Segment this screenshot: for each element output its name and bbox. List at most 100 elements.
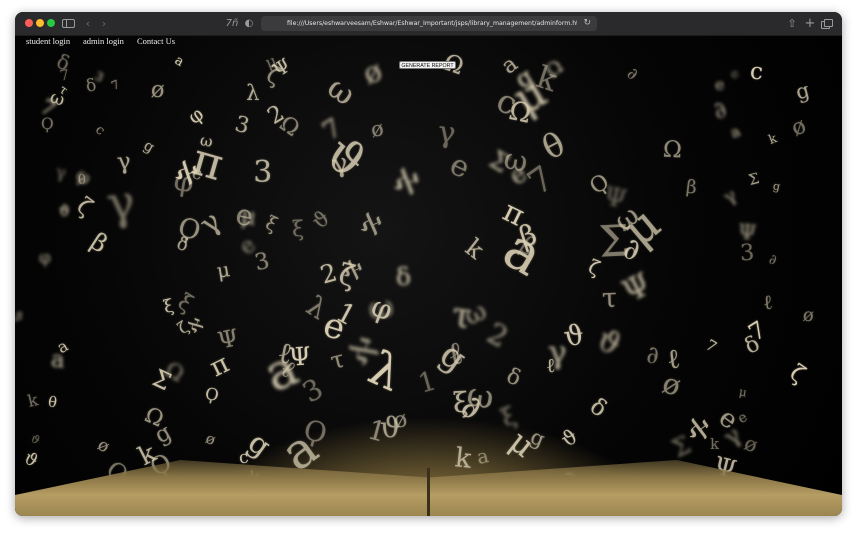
background-glyph: 3	[252, 247, 273, 277]
background-glyph: e	[734, 409, 750, 428]
background-glyph: ℓ	[664, 343, 682, 377]
background-glyph: c	[748, 58, 764, 86]
background-glyph: ξ	[262, 212, 281, 237]
background-glyph: e	[713, 74, 725, 95]
background-glyph: ø	[801, 304, 815, 328]
background-glyph: ζ	[784, 359, 810, 388]
background-glyph: a	[171, 52, 187, 70]
background-glyph: γ	[103, 175, 139, 233]
background-glyph: φ	[183, 101, 209, 129]
book-spine	[427, 468, 430, 516]
background-glyph: ∂	[708, 94, 733, 125]
background-glyph: ℵ	[686, 414, 710, 447]
nav-admin-login[interactable]: admin login	[83, 36, 124, 46]
share-icon[interactable]: ⇧	[786, 16, 798, 31]
background-glyph: β	[685, 176, 699, 199]
background-glyph: π	[204, 348, 234, 383]
background-glyph: λ	[246, 80, 260, 105]
background-glyph: 3	[231, 111, 252, 139]
background-glyph: Ω	[662, 136, 683, 164]
background-glyph: k	[453, 442, 473, 475]
background-glyph: k	[460, 232, 490, 265]
background-glyph: μ	[737, 384, 748, 400]
background-glyph: δ	[585, 393, 612, 423]
background-glyph: γ	[54, 162, 67, 183]
background-glyph: φ	[38, 247, 51, 268]
address-bar[interactable]: file:///Users/eshwarveesam/Eshwar/Eshwar…	[261, 16, 597, 31]
background-glyph: ξ	[291, 217, 305, 243]
background-glyph: ℵ	[389, 162, 424, 204]
maximize-window-icon[interactable]	[47, 19, 55, 27]
background-glyph: ϑ	[58, 203, 70, 221]
background-glyph: θ	[536, 124, 572, 168]
background-glyph: ℓ	[545, 354, 556, 378]
background-glyph: 3	[253, 155, 273, 191]
background-glyph: τ	[327, 345, 348, 376]
background-glyph: ω	[47, 87, 68, 111]
background-glyph: 3	[739, 239, 755, 267]
background-glyph: ξ	[452, 385, 469, 420]
background-glyph: Ω	[161, 355, 189, 387]
background-glyph: e	[727, 65, 743, 83]
background-glyph: 7	[109, 77, 122, 93]
back-icon[interactable]: ‹	[83, 16, 93, 31]
background-glyph: ø	[786, 112, 810, 142]
background-glyph: β	[85, 226, 114, 259]
forward-icon[interactable]: ›	[99, 16, 109, 31]
background-glyph: ϑ	[19, 448, 42, 472]
background-glyph: ζ	[71, 192, 98, 222]
shield-icon[interactable]: ◐	[243, 16, 255, 31]
sidebar-icon[interactable]	[62, 19, 75, 28]
tab-overview-icon[interactable]	[821, 19, 833, 29]
background-glyph: 3	[92, 67, 107, 85]
background-glyph: g	[140, 136, 158, 156]
url-text[interactable]: file:///Users/eshwarveesam/Eshwar/Eshwar…	[287, 16, 577, 31]
background-glyph: τ	[601, 282, 618, 314]
background-glyph: ϑ	[28, 430, 44, 447]
background-glyph: g	[772, 179, 782, 194]
nav-student-login[interactable]: student login	[26, 36, 70, 46]
background-glyph: g	[242, 425, 278, 464]
reload-icon[interactable]: ↻	[583, 16, 591, 31]
background-glyph: θ	[78, 172, 87, 189]
background-glyph: γ	[115, 148, 132, 176]
close-window-icon[interactable]	[25, 19, 33, 27]
background-glyph: c	[92, 122, 108, 139]
background-glyph: ξ	[173, 288, 198, 318]
background-glyph: ℓ	[761, 289, 774, 315]
background-glyph: ø	[202, 429, 219, 450]
background-glyph: ∂	[646, 341, 659, 370]
background-glyph: ω	[198, 131, 214, 152]
background-glyph: a	[50, 346, 67, 374]
background-glyph: e	[444, 147, 475, 186]
background-glyph: Ψ	[616, 266, 657, 311]
generate-report-button[interactable]: GENERATE REPORT	[399, 61, 456, 69]
minimize-window-icon[interactable]	[36, 19, 44, 27]
background-glyph: ϑ	[307, 205, 335, 235]
background-glyph: Ψ	[215, 324, 242, 355]
nav-contact-us[interactable]: Contact Us	[137, 36, 175, 46]
background-glyph: g	[150, 418, 176, 449]
background-glyph: k	[766, 129, 779, 147]
background-glyph: ϑ	[556, 423, 582, 452]
background-glyph: 7	[702, 336, 720, 357]
background-glyph: a	[492, 215, 554, 289]
browser-window: ‹ › 7ñ ◐ file:///Users/eshwarveesam/Eshw…	[15, 12, 842, 516]
background-glyph: ℵ	[356, 207, 385, 243]
background-glyph: γ	[719, 185, 741, 209]
background-glyph: ø	[358, 53, 387, 92]
new-tab-icon[interactable]: +	[804, 16, 816, 31]
background-glyph: θ	[46, 394, 59, 413]
background-glyph: 1	[414, 365, 440, 400]
background-glyph: Ϙ	[40, 114, 54, 133]
background-glyph: Ϙ	[203, 384, 221, 406]
browser-toolbar: ‹ › 7ñ ◐ file:///Users/eshwarveesam/Eshw…	[15, 12, 842, 36]
background-glyph: ø	[369, 116, 386, 143]
background-glyph: δ	[502, 363, 524, 392]
page-viewport: ΣℓaϑΩeϑμϑτ∂ℵγβγcπ7γγℓk∂1Ϙøekℵøφμ∂ζeζϘ1ξγ…	[15, 36, 842, 516]
extension-icon[interactable]: 7ñ	[225, 16, 239, 31]
background-glyph: 1	[330, 296, 361, 332]
background-glyph: ø	[150, 77, 166, 104]
background-glyph: Σ	[746, 170, 761, 190]
background-glyph: g	[432, 334, 474, 380]
